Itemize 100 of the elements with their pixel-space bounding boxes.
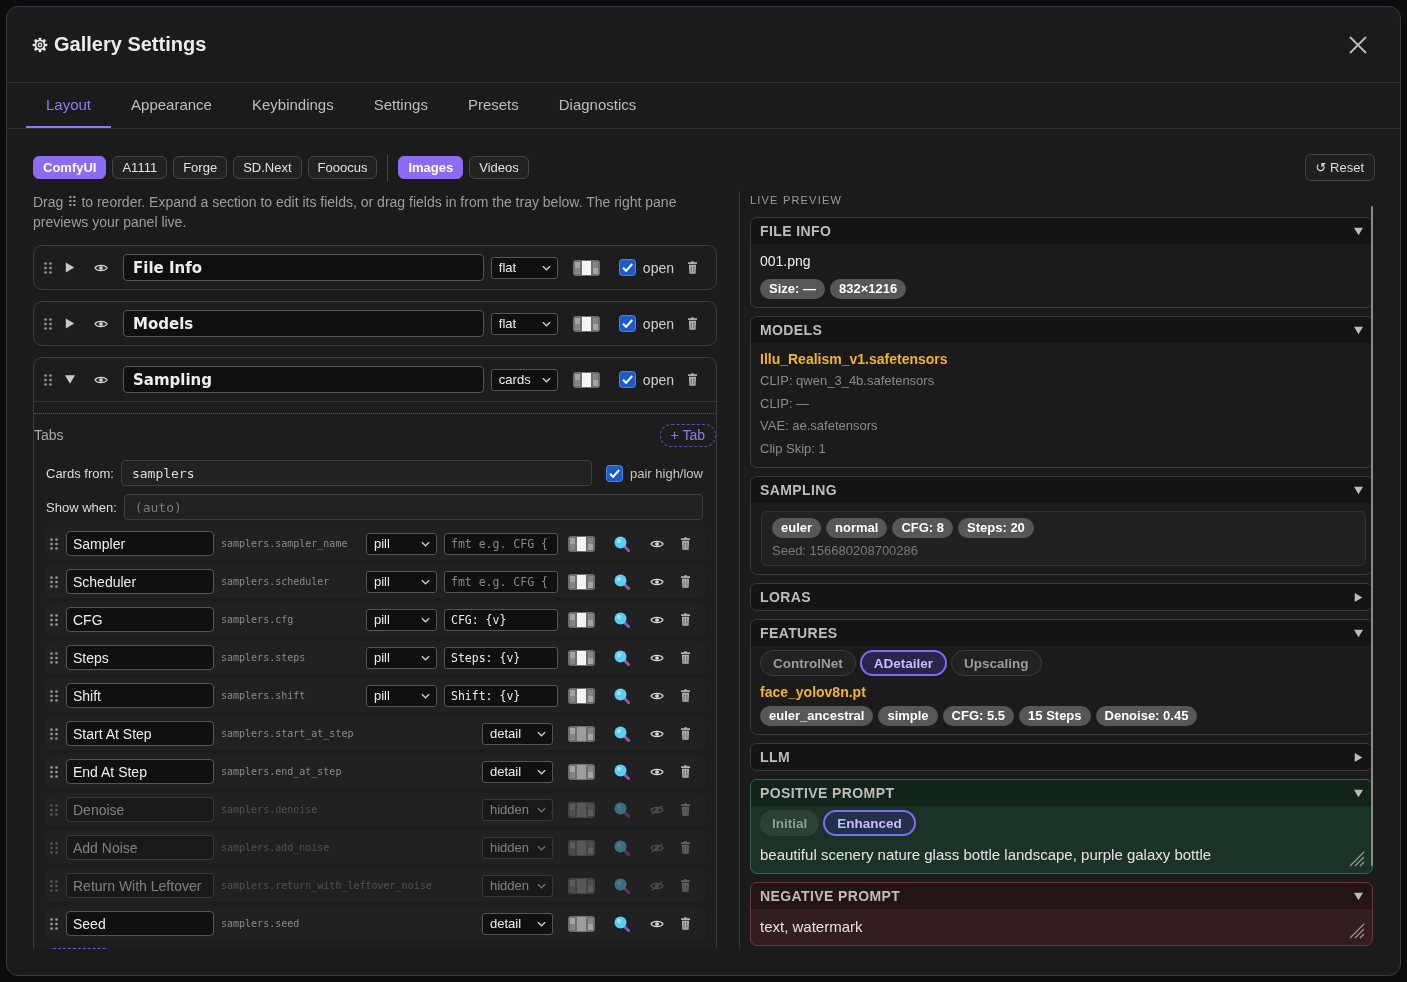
drag-handle-icon[interactable] — [44, 373, 52, 386]
cards-from-field[interactable]: samplers — [120, 460, 592, 486]
drag-handle-icon[interactable] — [50, 651, 58, 664]
eye-icon[interactable] — [94, 262, 108, 273]
prompt-tab[interactable]: Enhanced — [823, 810, 916, 836]
feature-tab[interactable]: Upscaling — [951, 650, 1042, 676]
color-swatch-icon[interactable] — [568, 535, 595, 552]
feature-tab[interactable]: ControlNet — [760, 650, 856, 676]
color-swatch-icon[interactable] — [568, 573, 595, 590]
field-name-field[interactable]: Denoise — [66, 797, 214, 822]
format-field[interactable]: Shift: {v} — [444, 684, 558, 707]
eye-icon[interactable] — [650, 538, 664, 549]
drag-handle-icon[interactable] — [50, 689, 58, 702]
display-select[interactable]: detail — [482, 722, 553, 745]
triangle-down-icon[interactable] — [1354, 226, 1363, 236]
drag-handle-icon[interactable] — [50, 803, 58, 816]
tab[interactable]: Appearance — [111, 83, 232, 128]
display-select[interactable]: pill — [366, 532, 437, 555]
triangle-right-icon[interactable] — [65, 262, 75, 273]
display-select[interactable]: pill — [366, 570, 437, 593]
triangle-down-icon[interactable] — [1354, 788, 1363, 798]
field-name-field[interactable]: Return With Leftover — [66, 873, 214, 898]
tab[interactable]: Layout — [26, 83, 112, 128]
color-swatch-icon[interactable] — [568, 877, 595, 894]
open-checkbox[interactable] — [618, 315, 636, 332]
trash-icon[interactable] — [681, 689, 690, 702]
field-name-field[interactable]: Shift — [66, 683, 214, 708]
color-swatch-icon[interactable] — [568, 611, 595, 628]
open-checkbox[interactable] — [618, 259, 636, 276]
close-button[interactable] — [1349, 35, 1367, 54]
source-toggle[interactable]: SD.Next — [233, 156, 302, 179]
triangle-down-icon[interactable] — [1354, 485, 1363, 495]
triangle-down-icon[interactable] — [1354, 891, 1363, 901]
eye-icon[interactable] — [650, 614, 664, 625]
media-toggle[interactable]: Videos — [469, 156, 529, 179]
source-toggle[interactable]: Forge — [173, 156, 228, 179]
layout-select[interactable]: flat — [490, 256, 558, 279]
trash-icon[interactable] — [688, 373, 697, 386]
field-name-field[interactable]: Seed — [66, 911, 214, 936]
feature-tab[interactable]: ADetailer — [859, 650, 948, 676]
trash-icon[interactable] — [681, 537, 690, 550]
show-when-field[interactable]: (auto) — [123, 494, 703, 520]
magnifier-icon[interactable] — [614, 611, 630, 628]
eye-icon[interactable] — [650, 766, 664, 777]
display-select[interactable]: pill — [366, 684, 437, 707]
display-select[interactable]: detail — [482, 912, 553, 935]
field-name-field[interactable]: End At Step — [66, 759, 214, 784]
trash-icon[interactable] — [681, 727, 690, 740]
drag-handle-icon[interactable] — [50, 727, 58, 740]
triangle-right-icon[interactable] — [1354, 592, 1363, 602]
trash-icon[interactable] — [681, 917, 690, 930]
magnifier-icon[interactable] — [614, 687, 630, 704]
media-toggle[interactable]: Images — [398, 156, 464, 179]
format-field[interactable]: CFG: {v} — [444, 608, 558, 631]
color-swatch-icon[interactable] — [568, 687, 595, 704]
tab[interactable]: Keybindings — [231, 83, 354, 128]
drag-handle-icon[interactable] — [50, 613, 58, 626]
source-toggle[interactable]: ComfyUI — [33, 156, 107, 179]
drag-handle-icon[interactable] — [44, 261, 52, 274]
trash-icon[interactable] — [681, 651, 690, 664]
eye-icon[interactable] — [650, 918, 664, 929]
color-swatch-icon[interactable] — [568, 725, 595, 742]
magnifier-icon[interactable] — [614, 573, 630, 590]
resize-grip-icon[interactable] — [1349, 851, 1365, 867]
tab[interactable]: Presets — [447, 83, 539, 128]
drag-handle-icon[interactable] — [50, 917, 58, 930]
color-swatch-icon[interactable] — [572, 371, 600, 388]
field-name-field[interactable]: CFG — [66, 607, 214, 632]
trash-icon[interactable] — [681, 613, 690, 626]
magnifier-icon[interactable] — [614, 763, 630, 780]
field-name-field[interactable]: Sampler — [66, 531, 214, 556]
display-select[interactable]: pill — [366, 608, 437, 631]
format-field[interactable]: Steps: {v} — [444, 646, 558, 669]
resize-grip-icon[interactable] — [1349, 923, 1365, 939]
eye-icon[interactable] — [650, 576, 664, 587]
section-name-field[interactable]: Models — [123, 310, 484, 337]
pair-checkbox[interactable] — [606, 464, 623, 482]
color-swatch-icon[interactable] — [568, 763, 595, 780]
eye-icon[interactable] — [94, 374, 108, 385]
tab[interactable]: Settings — [353, 83, 448, 128]
color-swatch-icon[interactable] — [568, 915, 595, 932]
trash-icon[interactable] — [688, 261, 697, 274]
magnifier-icon[interactable] — [614, 725, 630, 742]
triangle-right-icon[interactable] — [1354, 752, 1363, 762]
trash-icon[interactable] — [681, 765, 690, 778]
eye-icon[interactable] — [650, 652, 664, 663]
section-name-field[interactable]: File Info — [123, 254, 484, 281]
display-select[interactable]: hidden — [482, 836, 553, 859]
display-select[interactable]: hidden — [482, 874, 553, 897]
color-swatch-icon[interactable] — [572, 259, 600, 276]
prompt-tab[interactable]: Initial — [760, 810, 820, 836]
layout-select[interactable]: flat — [490, 312, 558, 335]
field-name-field[interactable]: Scheduler — [66, 569, 214, 594]
display-select[interactable]: pill — [366, 646, 437, 669]
color-swatch-icon[interactable] — [568, 649, 595, 666]
color-swatch-icon[interactable] — [568, 801, 595, 818]
tab[interactable]: Diagnostics — [538, 83, 657, 128]
reset-button[interactable]: ↺ Reset — [1304, 154, 1375, 181]
magnifier-icon[interactable] — [614, 535, 630, 552]
scrollbar[interactable] — [1371, 206, 1373, 866]
